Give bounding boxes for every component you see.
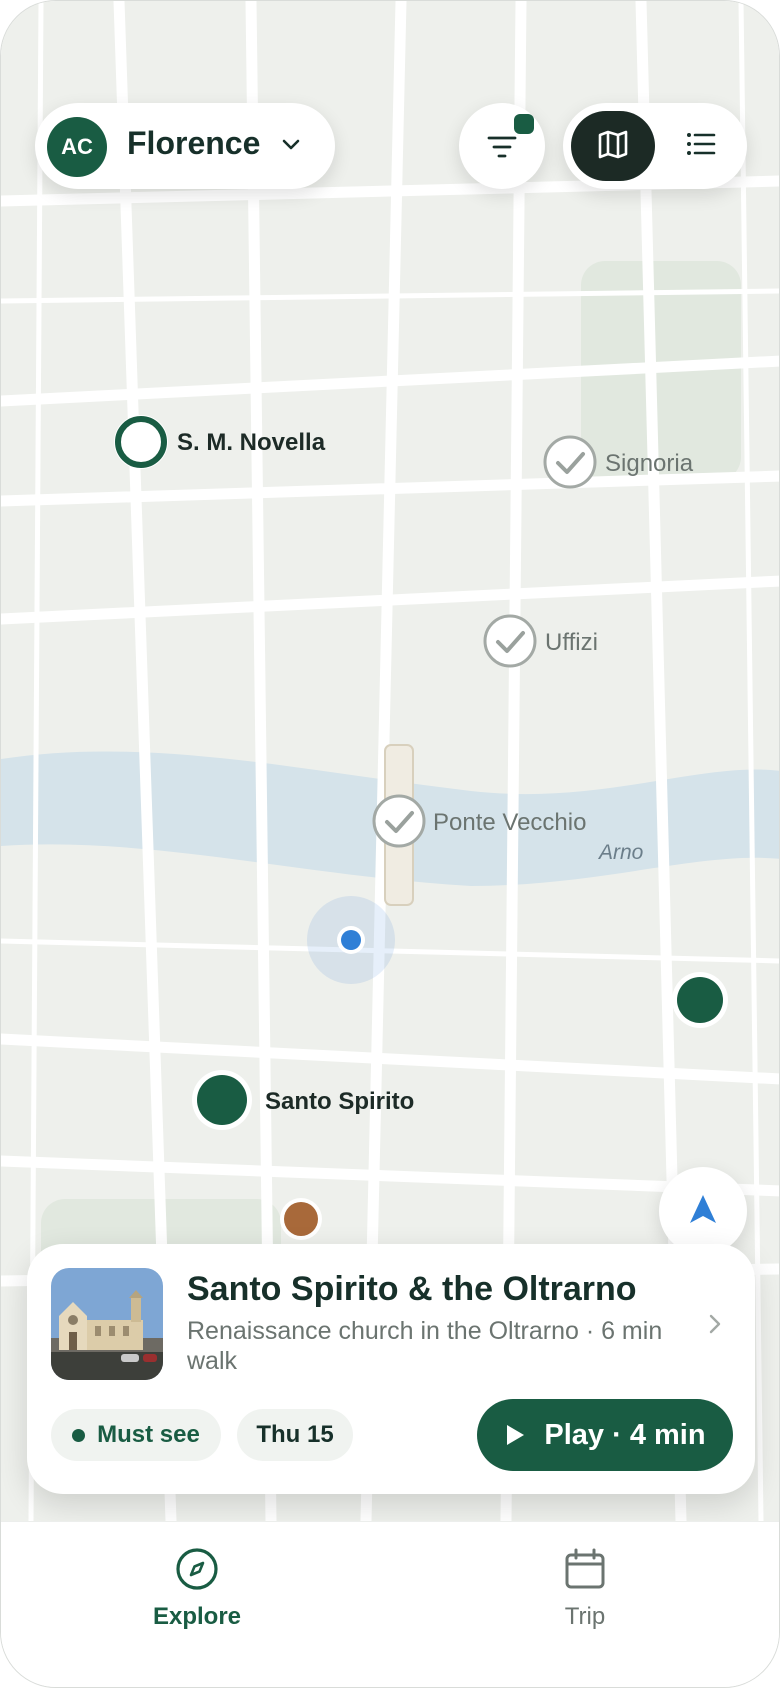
place-thumbnail [51,1268,163,1380]
phone-frame: S. M. Novella Signoria Uffizi Ponte Vecc… [0,0,780,1688]
pin-label-santo-spirito: Santo Spirito [265,1088,415,1115]
compass-icon [174,1548,220,1596]
calendar-icon [562,1548,608,1596]
place-title: Santo Spirito & the Oltrarno [187,1270,637,1308]
pin-label-signoria: Signoria [605,450,694,477]
list-view-button[interactable] [663,111,739,181]
priority-chip-label: Must see [97,1421,200,1448]
pin-uffizi[interactable] [483,614,537,668]
play-audio-button[interactable]: Play · 4 min [477,1399,733,1471]
avatar[interactable]: AC [47,117,107,177]
play-button-label: Play · 4 min [544,1418,706,1451]
place-card[interactable]: Santo Spirito & the Oltrarno Renaissance… [27,1244,755,1494]
date-chip-label: Thu 15 [256,1421,334,1448]
pin-orange[interactable] [280,1198,322,1240]
view-toggle [563,103,747,189]
play-icon [507,1425,525,1445]
place-subtitle: Renaissance church in the Oltrarno · 6 m… [187,1317,663,1375]
tab-trip[interactable]: Trip [485,1546,685,1631]
pin-label-uffizi: Uffizi [545,629,598,656]
map-icon [596,127,630,166]
user-location-marker [307,896,395,984]
pin-label-santa-maria-novella: S. M. Novella [177,429,326,456]
recenter-button[interactable] [659,1167,747,1255]
date-chip: Thu 15 [237,1409,353,1461]
tab-trip-label: Trip [564,1603,606,1630]
navigation-arrow-icon [686,1192,720,1231]
status-dot-icon [72,1428,86,1442]
filter-icon [486,133,518,166]
bottom-navigation: Explore Trip [1,1521,779,1687]
tab-explore[interactable]: Explore [97,1546,297,1631]
chevron-down-icon [279,133,303,162]
river-label: Arno [599,841,644,864]
pin-signoria[interactable] [543,435,597,489]
map-view-button[interactable] [571,111,655,181]
list-icon [685,130,717,163]
chevron-right-icon[interactable] [705,1310,725,1343]
pin-santa-maria-novella[interactable] [114,415,168,469]
pin-unlabeled[interactable] [672,972,728,1028]
priority-chip: Must see [51,1409,221,1461]
pin-santo-spirito[interactable] [192,1070,252,1130]
tab-explore-label: Explore [152,1603,242,1630]
city-name: Florence [127,125,261,161]
filter-active-badge [514,114,534,134]
city-selector[interactable]: AC Florence [35,103,335,189]
pin-label-ponte-vecchio: Ponte Vecchio [433,809,587,836]
pin-ponte-vecchio[interactable] [372,794,426,848]
